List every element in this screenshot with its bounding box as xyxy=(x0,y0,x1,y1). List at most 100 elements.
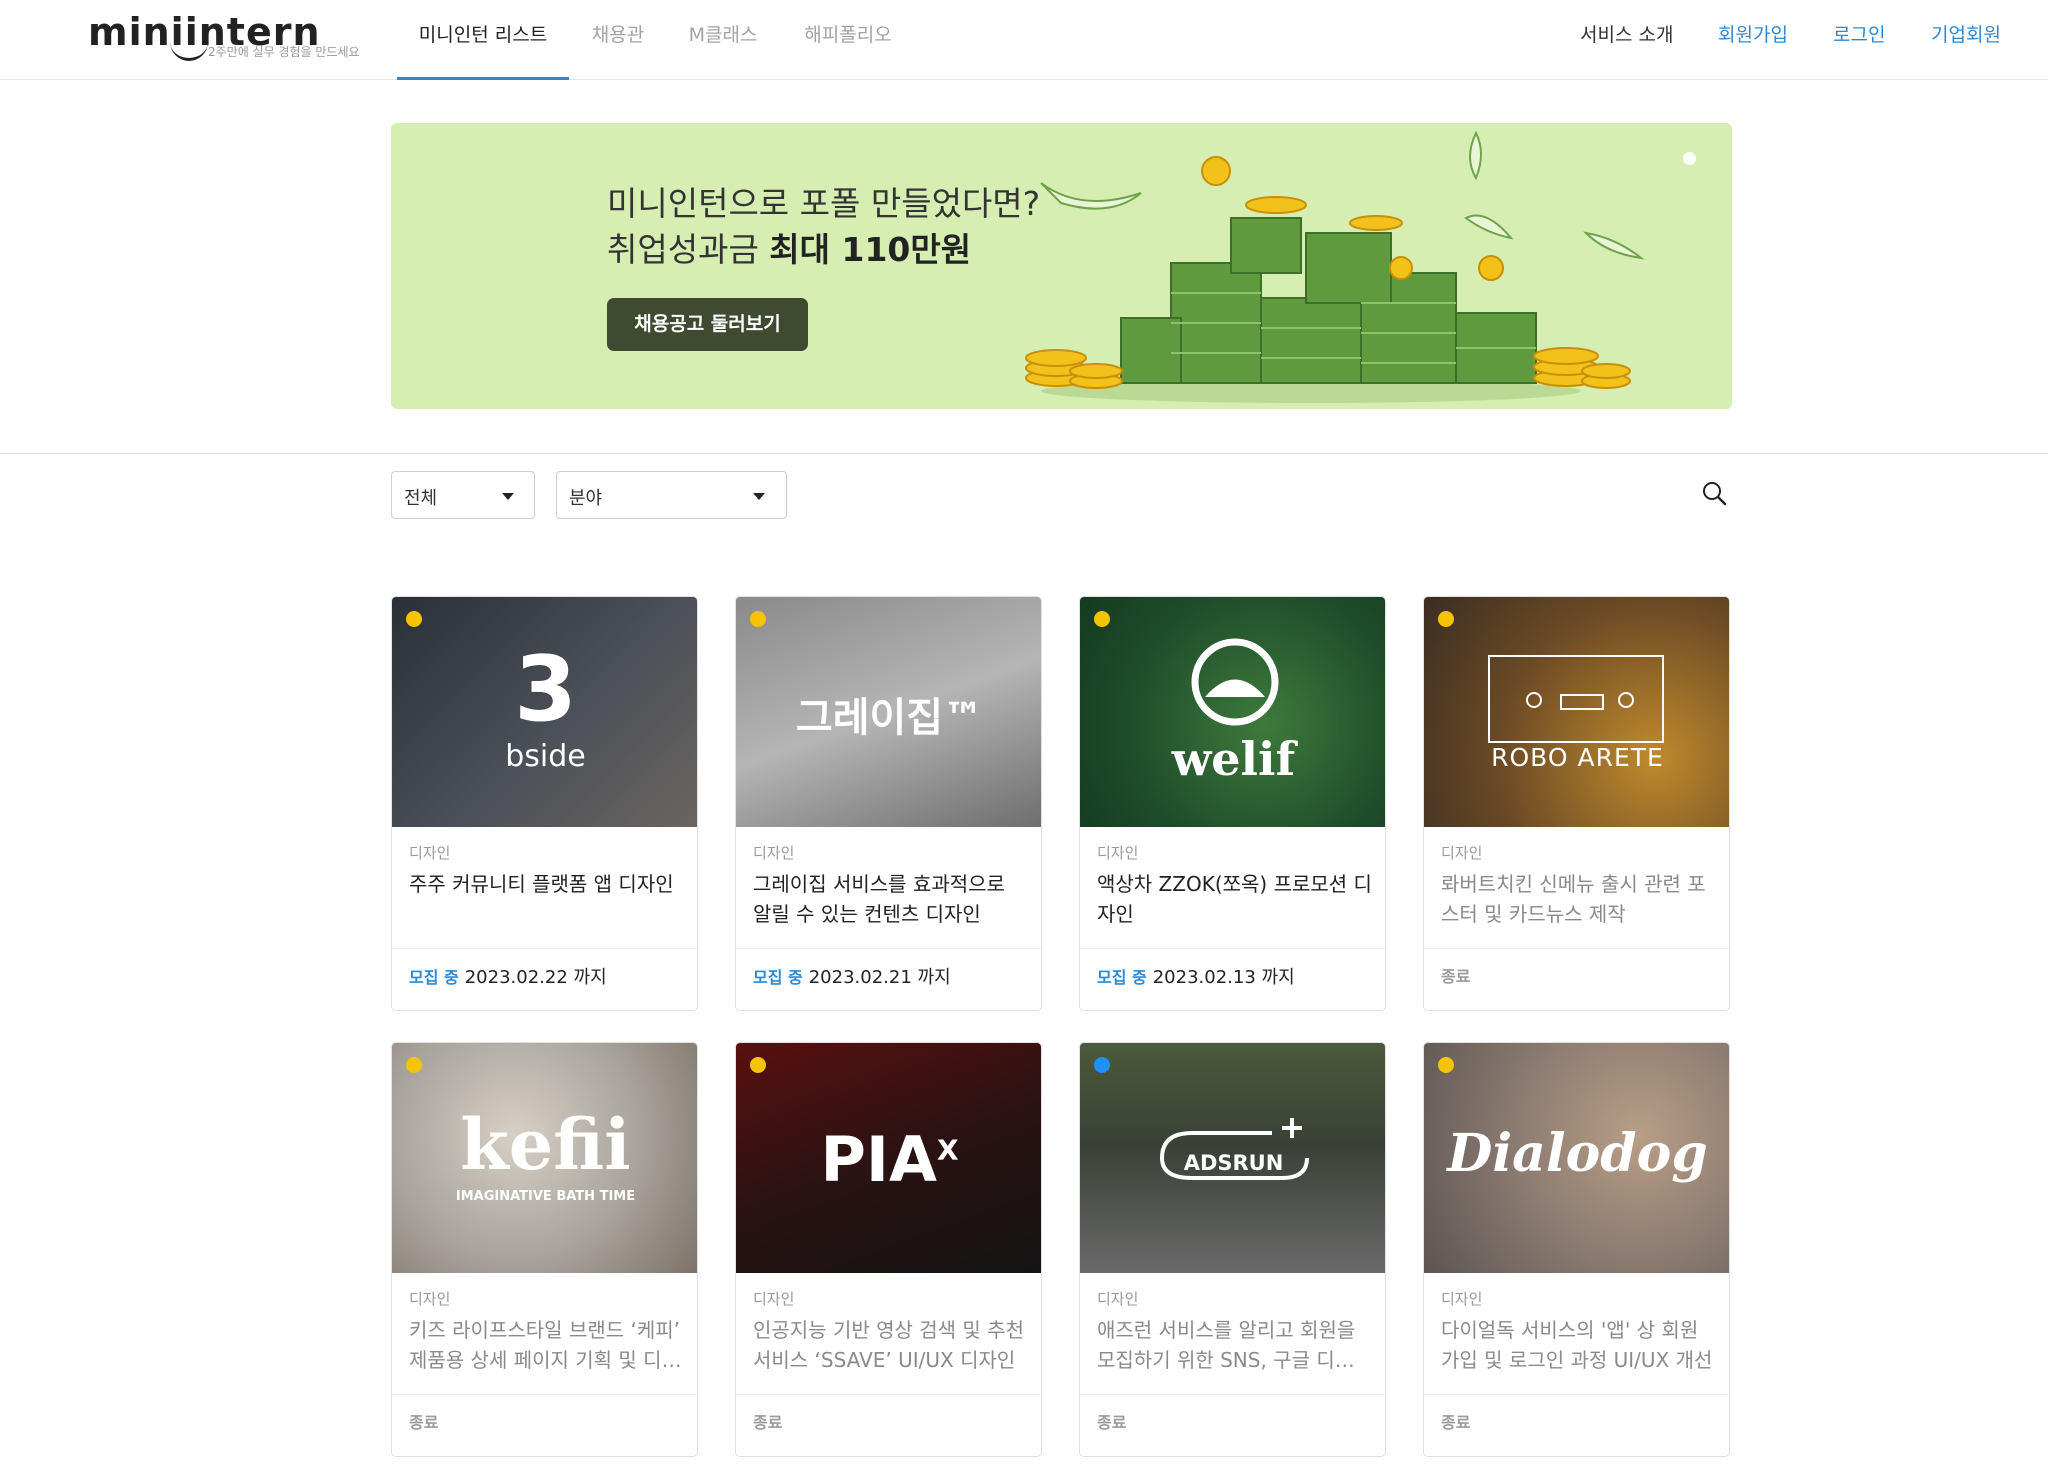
card-footer: 종료 xyxy=(409,1409,438,1433)
service-intro-link[interactable]: 서비스 소개 xyxy=(1580,0,1673,70)
card-thumbnail: 그레이집™ xyxy=(736,597,1041,827)
card-thumbnail: welif xyxy=(1080,597,1385,827)
card-category: 디자인 xyxy=(753,844,795,862)
status-dot xyxy=(1094,1057,1110,1073)
pia-wordmark: PIA xyxy=(820,1123,937,1196)
promo-banner[interactable]: 미니인턴으로 포폴 만들었다면? 취업성과금 최대 110만원 채용공고 둘러보… xyxy=(391,123,1732,409)
status-dot xyxy=(1438,1057,1454,1073)
banner-subheadline: 취업성과금 최대 110만원 xyxy=(607,223,971,271)
card-title: 그레이집 서비스를 효과적으로 알릴 수 있는 컨텐츠 디자인 xyxy=(753,872,1005,926)
robo-eye-icon xyxy=(1618,692,1634,708)
status-badge: 종료 xyxy=(409,1413,439,1432)
logo-tagline: 2주만에 실무 경험을 만드세요 xyxy=(208,45,360,59)
internship-card[interactable]: ADSRUN 디자인 애즈런 서비스를 알리고 회원을 모집하기 위한 SNS,… xyxy=(1079,1042,1386,1457)
card-thumbnail: 3 bside xyxy=(392,597,697,827)
card-thumbnail: ROBO ARETE xyxy=(1424,597,1729,827)
card-thumbnail: ADSRUN xyxy=(1080,1043,1385,1273)
site-header: miniintern 2주만에 실무 경험을 만드세요 미니인턴 리스트 채용관… xyxy=(0,0,2048,80)
card-footer: 모집 중 2023.02.22 까지 xyxy=(409,963,607,989)
card-deadline: 2023.02.22 까지 xyxy=(464,967,607,988)
internship-card[interactable]: ROBO ARETE 디자인 롸버트치킨 신메뉴 출시 관련 포스터 및 카드뉴… xyxy=(1423,596,1730,1011)
internship-card[interactable]: 3 bside 디자인 주주 커뮤니티 플랫폼 앱 디자인 모집 중 2023.0… xyxy=(391,596,698,1011)
internship-card[interactable]: welif 디자인 액상차 ZZOK(쪼옥) 프로모션 디자인 모집 중 2023… xyxy=(1079,596,1386,1011)
status-badge: 종료 xyxy=(1097,1413,1127,1432)
tab-happyfolio[interactable]: 해피폴리오 xyxy=(796,0,900,79)
status-dot xyxy=(750,1057,766,1073)
search-icon[interactable] xyxy=(1700,479,1730,509)
status-dot xyxy=(1438,611,1454,627)
card-brand-name: ROBO ARETE xyxy=(1491,743,1664,772)
card-title: 다이얼독 서비스의 '앱' 상 회원가입 및 로그인 과정 UI/UX 개선 xyxy=(1441,1318,1713,1372)
site-logo[interactable]: miniintern 2주만에 실무 경험을 만드세요 xyxy=(88,10,378,62)
card-thumbnail: kefii IMAGINATIVE BATH TIME xyxy=(392,1043,697,1273)
card-brand-name: kefii xyxy=(460,1103,631,1186)
card-footer: 종료 xyxy=(1097,1409,1126,1433)
card-brand-name: 그레이집™ xyxy=(795,695,984,741)
card-category: 디자인 xyxy=(1441,844,1483,862)
card-deadline: 2023.02.13 까지 xyxy=(1152,967,1295,988)
tab-m-class[interactable]: M클래스 xyxy=(680,0,766,79)
card-footer: 종료 xyxy=(1441,1409,1470,1433)
card-category: 디자인 xyxy=(753,1290,795,1308)
card-title: 액상차 ZZOK(쪼옥) 프로모션 디자인 xyxy=(1097,872,1372,926)
card-brand-mark: 3 xyxy=(514,637,577,742)
card-title: 인공지능 기반 영상 검색 및 추천 서비스 ‘SSAVE’ UI/UX 디자인 xyxy=(753,1318,1024,1372)
field-select-value: 분야 xyxy=(569,488,603,509)
banner-sub-bold: 최대 110만원 xyxy=(769,230,972,269)
status-dot xyxy=(750,611,766,627)
banner-sub-prefix: 취업성과금 xyxy=(607,230,770,269)
field-select[interactable]: 분야 xyxy=(556,471,787,519)
robo-eye-icon xyxy=(1526,692,1542,708)
card-brand-tagline: IMAGINATIVE BATH TIME xyxy=(455,1189,636,1204)
card-thumbnail: PIAX xyxy=(736,1043,1041,1273)
card-footer: 종료 xyxy=(753,1409,782,1433)
chevron-down-icon xyxy=(753,493,765,500)
card-title: 키즈 라이프스타일 브랜드 ‘케피’ 제품용 상세 페이지 기획 및 디자인 xyxy=(409,1318,680,1372)
internship-card[interactable]: 그레이집™ 디자인 그레이집 서비스를 효과적으로 알릴 수 있는 컨텐츠 디자… xyxy=(735,596,1042,1011)
chevron-down-icon xyxy=(502,493,514,500)
tab-recruitment[interactable]: 채용관 xyxy=(580,0,656,79)
status-badge: 모집 중 xyxy=(1097,968,1147,987)
status-dot xyxy=(406,611,422,627)
money-stack-illustration xyxy=(1025,130,1645,403)
status-badge: 종료 xyxy=(753,1413,783,1432)
logo-smile-icon xyxy=(170,42,208,61)
status-badge: 종료 xyxy=(1441,967,1471,986)
pia-superscript: X xyxy=(936,1133,959,1167)
status-dot xyxy=(1094,611,1110,627)
card-deadline: 2023.02.21 까지 xyxy=(808,967,951,988)
robo-mouth-icon xyxy=(1560,694,1604,710)
company-member-link[interactable]: 기업회원 xyxy=(1931,0,2001,70)
card-brand-name: ADSRUN xyxy=(1183,1151,1284,1175)
card-title: 애즈런 서비스를 알리고 회원을 모집하기 위한 SNS, 구글 디스플레이 광… xyxy=(1097,1318,1372,1372)
internship-card[interactable]: PIAX 디자인 인공지능 기반 영상 검색 및 추천 서비스 ‘SSAVE’ … xyxy=(735,1042,1042,1457)
welif-logo-icon xyxy=(1191,638,1279,726)
status-badge: 종료 xyxy=(1441,1413,1471,1432)
browse-jobs-button[interactable]: 채용공고 둘러보기 xyxy=(607,298,808,351)
card-footer: 모집 중 2023.02.13 까지 xyxy=(1097,963,1295,989)
card-brand-name: Dialodog xyxy=(1447,1123,1708,1184)
tab-mini-intern-list[interactable]: 미니인턴 리스트 xyxy=(397,0,569,80)
card-thumbnail: Dialodog xyxy=(1424,1043,1729,1273)
internship-card[interactable]: Dialodog 디자인 다이얼독 서비스의 '앱' 상 회원가입 및 로그인 … xyxy=(1423,1042,1730,1457)
card-footer: 모집 중 2023.02.21 까지 xyxy=(753,963,951,989)
card-brand-name: bside xyxy=(505,739,586,774)
status-dot xyxy=(406,1057,422,1073)
card-category: 디자인 xyxy=(1441,1290,1483,1308)
robo-arete-logo-frame xyxy=(1488,655,1664,743)
card-category: 디자인 xyxy=(409,844,451,862)
card-category: 디자인 xyxy=(409,1290,451,1308)
card-brand-name: welif xyxy=(1171,732,1296,786)
card-category: 디자인 xyxy=(1097,844,1139,862)
status-select[interactable]: 전체 xyxy=(391,471,535,519)
signup-link[interactable]: 회원가입 xyxy=(1718,0,1788,70)
status-badge: 모집 중 xyxy=(753,968,803,987)
internship-card[interactable]: kefii IMAGINATIVE BATH TIME 디자인 키즈 라이프스타… xyxy=(391,1042,698,1457)
section-divider xyxy=(0,453,2048,454)
card-title: 롸버트치킨 신메뉴 출시 관련 포스터 및 카드뉴스 제작 xyxy=(1441,872,1706,926)
card-brand-name: PIAX xyxy=(736,1123,1041,1196)
login-link[interactable]: 로그인 xyxy=(1833,0,1885,70)
card-title: 주주 커뮤니티 플랫폼 앱 디자인 xyxy=(409,872,674,896)
card-category: 디자인 xyxy=(1097,1290,1139,1308)
card-footer: 종료 xyxy=(1441,963,1470,987)
